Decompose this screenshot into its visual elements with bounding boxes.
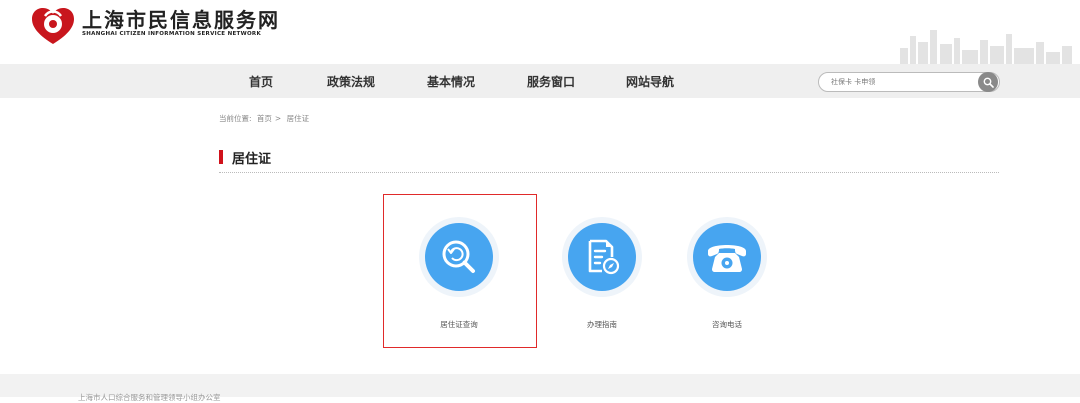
- breadcrumb-prefix: 当前位置:: [219, 114, 252, 123]
- service-guide[interactable]: 办理指南: [547, 217, 657, 330]
- breadcrumb-home-link[interactable]: 首页: [257, 114, 272, 123]
- nav-item-service-window[interactable]: 服务窗口: [527, 73, 575, 90]
- service-consultation-phone[interactable]: 咨询电话: [672, 217, 782, 330]
- service-residence-permit-query[interactable]: 居住证查询: [404, 217, 514, 330]
- site-header: 上海市民信息服务网 SHANGHAI CITIZEN INFORMATION S…: [0, 0, 1080, 64]
- breadcrumb-separator: >: [274, 114, 282, 123]
- service-icon-ring: [419, 217, 499, 297]
- site-footer: 上海市人口综合服务和管理领导小组办公室: [0, 374, 1080, 402]
- service-label: 咨询电话: [712, 320, 742, 329]
- footer-text: 上海市人口综合服务和管理领导小组办公室: [78, 393, 221, 402]
- nav-item-policy[interactable]: 政策法规: [327, 73, 375, 90]
- section-divider: [219, 172, 999, 173]
- breadcrumb-current: 居住证: [286, 114, 310, 123]
- service-icon-ring: [562, 217, 642, 297]
- service-label: 居住证查询: [440, 320, 478, 329]
- search-input[interactable]: [831, 75, 971, 89]
- guide-document-icon: [588, 239, 620, 275]
- search-box: [818, 72, 1000, 92]
- service-icon-circle: [693, 223, 761, 291]
- telephone-icon: [708, 245, 746, 272]
- site-title: 上海市民信息服务网: [82, 8, 280, 32]
- search-refresh-icon: [442, 240, 475, 273]
- site-logo-icon[interactable]: [30, 6, 76, 46]
- search-icon: [983, 77, 994, 88]
- nav-item-site-navigation[interactable]: 网站导航: [626, 73, 674, 90]
- section-accent-bar: [219, 150, 223, 164]
- search-button[interactable]: [978, 72, 998, 92]
- nav-item-basic-info[interactable]: 基本情况: [427, 73, 475, 90]
- service-icon-circle: [568, 223, 636, 291]
- service-icon-circle: [425, 223, 493, 291]
- service-icon-ring: [687, 217, 767, 297]
- city-skyline-graphic: [900, 30, 1072, 64]
- breadcrumb: 当前位置: 首页 > 居住证: [219, 113, 312, 124]
- site-subtitle: SHANGHAI CITIZEN INFORMATION SERVICE NET…: [82, 31, 262, 37]
- section-title: 居住证: [232, 152, 272, 167]
- nav-item-home[interactable]: 首页: [249, 73, 273, 90]
- service-label: 办理指南: [587, 320, 617, 329]
